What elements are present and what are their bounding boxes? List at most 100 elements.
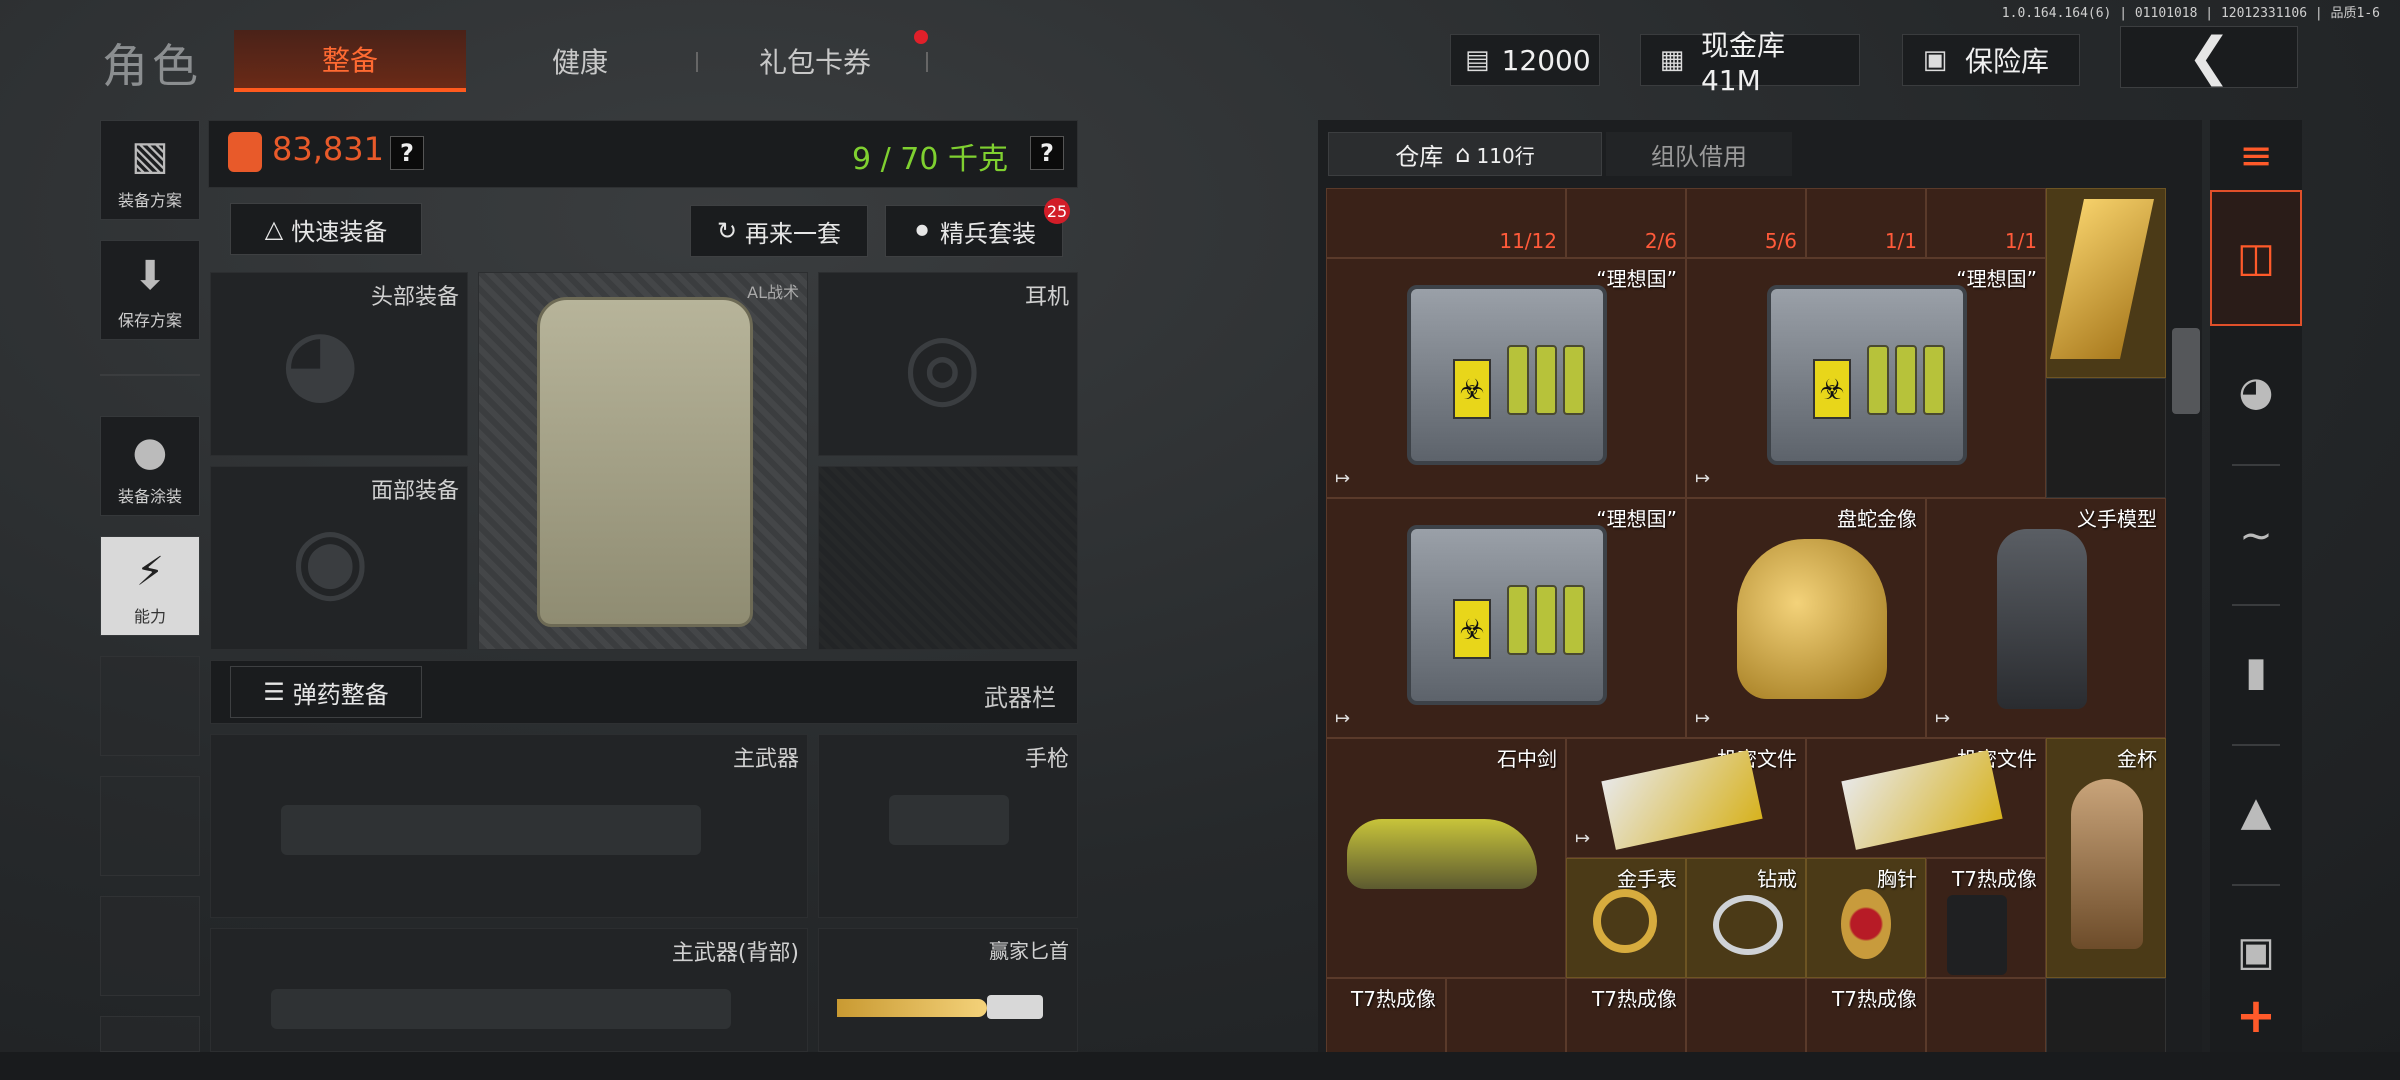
chevron-left-icon: ❮	[2187, 27, 2231, 87]
shield-icon: ⚫	[911, 217, 933, 245]
ammo-icon: ☰	[263, 678, 285, 706]
tab-team-label: 组队借用	[1651, 142, 1747, 171]
item-label: T7热成像	[1832, 987, 1917, 1011]
elite-set-button[interactable]: ⚫ 精兵套装	[885, 205, 1063, 257]
vial	[1563, 585, 1585, 655]
inventory-cell-empty[interactable]	[2046, 978, 2166, 1056]
backpack-slot[interactable]	[818, 466, 1078, 650]
inventory-cell[interactable]: 盘蛇金像 ↦	[1686, 498, 1926, 738]
warehouse-scrollbar[interactable]	[2172, 328, 2200, 414]
sidebar-loadout-plan[interactable]: ▧ 装备方案	[100, 120, 200, 220]
vial	[1535, 585, 1557, 655]
cash-vault-button[interactable]: ▦ 现金库 41M	[1640, 29, 1860, 97]
quick-equip-button[interactable]: △ 快速装备	[230, 203, 422, 255]
inventory-cell[interactable]: 11/12	[1326, 188, 1566, 258]
head-slot[interactable]: 头部装备 ◕	[210, 272, 468, 456]
vest-image	[537, 297, 753, 627]
add-icon[interactable]: +	[2210, 976, 2302, 1056]
tab-gear[interactable]: 整备	[234, 30, 466, 92]
inventory-cell[interactable]: 1/1	[1806, 188, 1926, 258]
ammo-equip-button[interactable]: ☰ 弹药整备	[230, 666, 422, 718]
inventory-cell[interactable]: 金手表	[1566, 858, 1686, 978]
item-count: 1/1	[1884, 229, 1917, 253]
inventory-cell[interactable]: “理想国” ☣ ↦	[1326, 258, 1686, 498]
armor-slot[interactable]: AL战术	[478, 272, 808, 650]
elite-set-label: 精兵套装	[940, 219, 1037, 248]
sidebar-ability[interactable]: ⚡ 能力	[100, 536, 200, 636]
inventory-cell[interactable]: 机密文件 ↦	[1566, 738, 1806, 858]
knife-slot[interactable]: 赢家匕首	[818, 928, 1078, 1052]
face-slot[interactable]: 面部装备 ◉	[210, 466, 468, 650]
tab-health[interactable]: 健康	[500, 30, 660, 92]
inventory-cell[interactable]: 石中剑	[1326, 738, 1566, 978]
inventory-cell[interactable]: 2/6	[1566, 188, 1686, 258]
inventory-cell[interactable]: 1/1	[1926, 188, 2046, 258]
gold-bar-cell[interactable]	[2046, 188, 2166, 378]
storage-rows: 110行	[1476, 143, 1535, 168]
armor-brand: AL战术	[747, 283, 799, 302]
slot-label: 耳机	[1024, 285, 1069, 310]
inventory-cell[interactable]: “理想国” ☣ ↦	[1686, 258, 2046, 498]
exit-icon: ↦	[1335, 468, 1351, 489]
tab-gift-cards-label: 礼包卡券	[758, 46, 871, 79]
rifle-icon[interactable]: ∼	[2210, 490, 2302, 582]
layers-icon[interactable]: ◫	[2210, 190, 2302, 326]
help-label: ?	[400, 139, 414, 167]
pistol-slot[interactable]: 手枪	[818, 734, 1078, 918]
inventory-cell[interactable]: 钻戒	[1686, 858, 1806, 978]
vial	[1507, 345, 1529, 415]
tab-storage[interactable]: 仓库 ⌂ 110行	[1328, 132, 1602, 176]
inventory-cell[interactable]: 机密文件	[1806, 738, 2046, 858]
inventory-cell[interactable]: T7热成像	[1566, 978, 1686, 1056]
gold-bar-image	[2049, 199, 2155, 359]
helmet-paint-icon: ●	[132, 429, 168, 475]
inventory-cell[interactable]: 金杯	[2046, 738, 2166, 978]
sidebar-label: 装备方案	[117, 191, 182, 210]
sidebar-label: 装备涂装	[117, 487, 182, 506]
help-button[interactable]: ?	[390, 136, 424, 170]
backpack-icon	[228, 132, 262, 172]
primary-weapon-slot[interactable]: 主武器	[210, 734, 808, 918]
slot-label: 主武器(背部)	[671, 941, 799, 966]
document-image	[1601, 750, 1763, 850]
tab-divider	[926, 52, 928, 72]
inventory-cell-empty[interactable]	[2046, 378, 2166, 498]
headset-slot[interactable]: 耳机 ◎	[818, 272, 1078, 456]
inventory-cell[interactable]: 5/6	[1686, 188, 1806, 258]
inventory-cell[interactable]: T7热成像	[1806, 978, 1926, 1056]
goblet-image	[2071, 779, 2143, 949]
bullet-icon[interactable]: ▲	[2210, 766, 2302, 858]
inventory-cell[interactable]	[1926, 978, 2046, 1056]
stack-refresh-icon[interactable]: ≡	[2210, 110, 2302, 202]
tab-team-borrow[interactable]: 组队借用	[1606, 132, 1792, 176]
sidebar-skin[interactable]: ● 装备涂装	[100, 416, 200, 516]
vial	[1867, 345, 1889, 415]
slot-label: 手枪	[1024, 747, 1069, 772]
back-button[interactable]: ❮	[2120, 26, 2298, 88]
capacity-help-button[interactable]: ?	[1030, 136, 1064, 170]
currency-display[interactable]: ▤ 12000	[1450, 34, 1600, 86]
magazine-icon[interactable]: ▮	[2210, 626, 2302, 718]
tab-gift-cards[interactable]: 礼包卡券	[730, 30, 900, 92]
tab-health-label: 健康	[551, 46, 608, 79]
item-label: “理想国”	[1956, 267, 2037, 291]
ammo-equip-label: 弹药整备	[292, 680, 389, 709]
slot-label: 赢家匕首	[989, 939, 1069, 963]
knife-handle	[987, 995, 1043, 1019]
sidebar-save-plan[interactable]: ⬇ 保存方案	[100, 240, 200, 340]
item-label: 盘蛇金像	[1837, 507, 1917, 531]
inventory-cell[interactable]: 义手模型 ↦	[1926, 498, 2166, 738]
inventory-cell[interactable]: 胸针	[1806, 858, 1926, 978]
safe-button[interactable]: ▣ 保险库	[1902, 34, 2080, 86]
inventory-cell[interactable]: T7热成像	[1326, 978, 1446, 1056]
refresh-icon: ↻	[716, 217, 738, 245]
helmet-icon[interactable]: ◕	[2210, 346, 2302, 438]
primary-back-slot[interactable]: 主武器(背部)	[210, 928, 808, 1052]
item-label: T7热成像	[1952, 867, 2037, 891]
inventory-cell[interactable]	[1446, 978, 1566, 1056]
reroll-button[interactable]: ↻ 再来一套	[690, 205, 868, 257]
inventory-cell[interactable]: T7热成像	[1926, 858, 2046, 978]
weapon-bar-label: 武器栏	[984, 684, 1056, 712]
inventory-cell[interactable]: “理想国” ☣ ↦	[1326, 498, 1686, 738]
inventory-cell[interactable]	[1686, 978, 1806, 1056]
